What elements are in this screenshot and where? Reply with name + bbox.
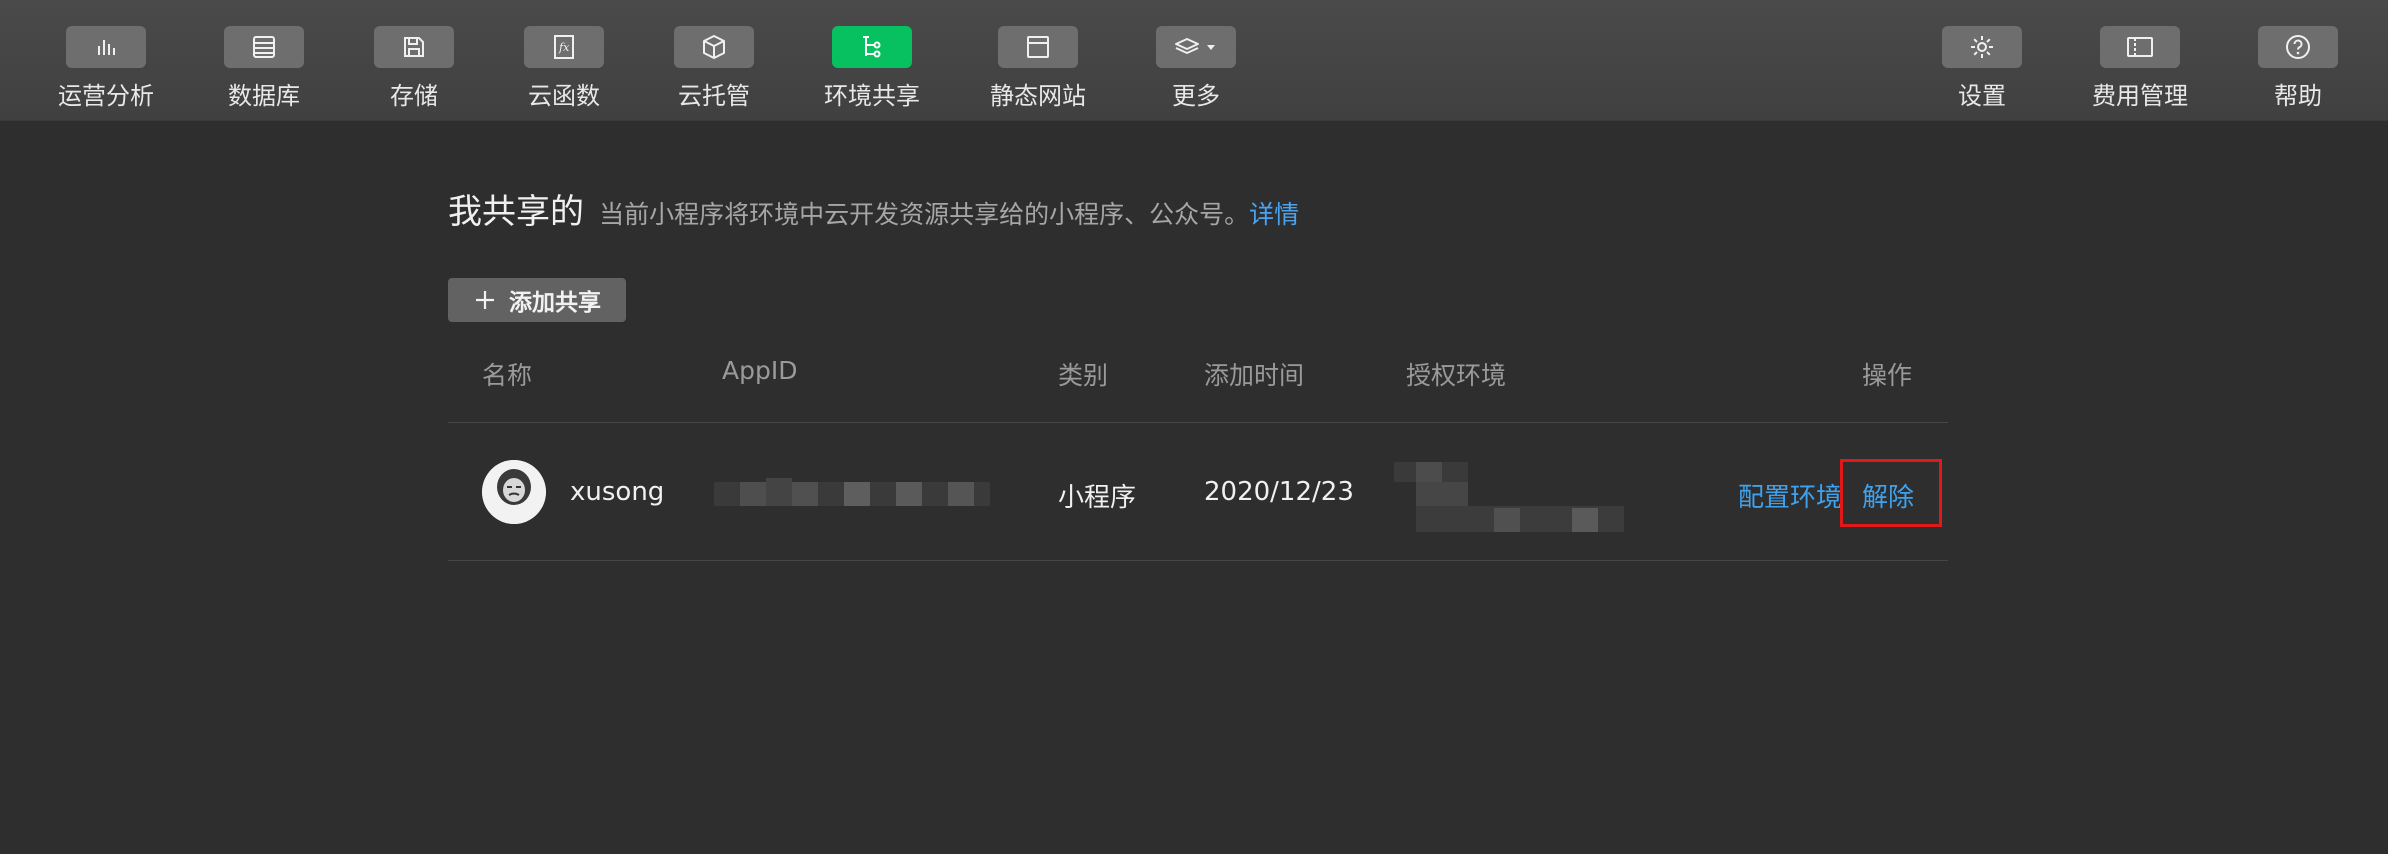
toolbar-item-label: 存储 — [390, 82, 438, 110]
layers-icon — [1156, 26, 1236, 68]
toolbar-item-label: 云托管 — [678, 82, 750, 110]
function-icon: fx — [524, 26, 604, 68]
cube-icon — [674, 26, 754, 68]
toolbar-item-label: 运营分析 — [58, 82, 154, 110]
column-header-actions: 操作 — [1862, 361, 1913, 390]
toolbar-item-analytics[interactable]: 运营分析 — [26, 26, 186, 116]
row-added-time: 2020/12/23 — [1204, 477, 1354, 507]
toolbar-item-more[interactable]: 更多 — [1116, 26, 1276, 116]
toolbar-item-cloud-function[interactable]: fx 云函数 — [484, 26, 644, 116]
toolbar-item-label: 费用管理 — [2092, 82, 2188, 110]
window-icon — [998, 26, 1078, 68]
toolbar-item-label: 数据库 — [228, 82, 300, 110]
toolbar-item-cloud-hosting[interactable]: 云托管 — [634, 26, 794, 116]
highlight-box — [1840, 459, 1942, 527]
column-header-appid: AppID — [722, 356, 798, 385]
save-icon — [374, 26, 454, 68]
toolbar-item-label: 更多 — [1172, 82, 1220, 110]
column-header-name: 名称 — [482, 361, 533, 390]
configure-env-link[interactable]: 配置环境 — [1738, 477, 1842, 514]
toolbar-item-label: 环境共享 — [824, 82, 920, 110]
toolbar-item-label: 云函数 — [528, 82, 600, 110]
column-header-added-time: 添加时间 — [1204, 361, 1305, 390]
detail-link[interactable]: 详情 — [1249, 200, 1299, 229]
column-header-category: 类别 — [1058, 361, 1109, 390]
row-category: 小程序 — [1058, 483, 1137, 513]
table-header-divider — [448, 422, 1948, 423]
share-tree-icon — [832, 26, 912, 68]
column-header-auth-env: 授权环境 — [1406, 361, 1507, 390]
table-row-divider — [448, 560, 1948, 561]
page-subtitle: 当前小程序将环境中云开发资源共享给的小程序、公众号。 — [599, 200, 1250, 229]
top-toolbar: 运营分析 数据库 存储 fx 云函数 云托管 环境共享 静态网站 更多 设置 费… — [0, 0, 2388, 121]
add-share-label: 添加共享 — [509, 290, 601, 316]
row-name: xusong — [570, 477, 665, 507]
toolbar-item-label: 帮助 — [2274, 82, 2322, 110]
bar-chart-icon — [66, 26, 146, 68]
toolbar-item-settings[interactable]: 设置 — [1902, 26, 2062, 116]
page-title: 我共享的 — [448, 192, 584, 232]
toolbar-item-database[interactable]: 数据库 — [184, 26, 344, 116]
toolbar-item-storage[interactable]: 存储 — [334, 26, 494, 116]
toolbar-item-static-site[interactable]: 静态网站 — [958, 26, 1118, 116]
svg-text:fx: fx — [558, 41, 570, 54]
avatar — [482, 460, 546, 524]
gear-icon — [1942, 26, 2022, 68]
toolbar-item-label: 静态网站 — [990, 82, 1086, 110]
help-icon — [2258, 26, 2338, 68]
toolbar-item-label: 设置 — [1958, 82, 2006, 110]
ticket-icon — [2100, 26, 2180, 68]
toolbar-item-env-share[interactable]: 环境共享 — [792, 26, 952, 116]
plus-icon — [473, 288, 497, 312]
toolbar-item-billing[interactable]: 费用管理 — [2060, 26, 2220, 116]
toolbar-item-help[interactable]: 帮助 — [2218, 26, 2378, 116]
chevron-down-icon — [1207, 45, 1215, 50]
page-header: 我共享的 当前小程序将环境中云开发资源共享给的小程序、公众号。详情 — [448, 184, 1299, 233]
database-icon — [224, 26, 304, 68]
add-share-button[interactable]: 添加共享 — [448, 278, 626, 322]
